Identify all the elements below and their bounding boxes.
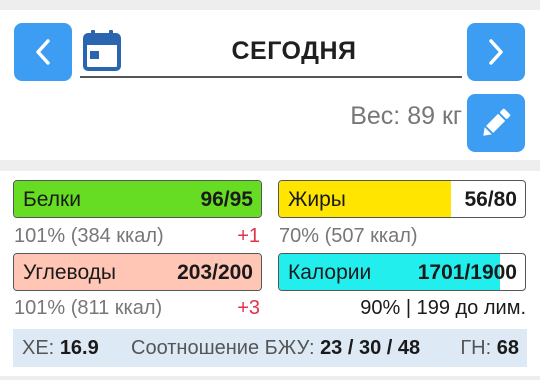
fat-indicator[interactable]: Жиры 56/80 — [278, 180, 526, 218]
bju-ratio-stat: Соотношение БЖУ: 23 / 30 / 48 — [131, 329, 420, 367]
gi-value: 68 — [496, 337, 519, 359]
protein-delta: +1 — [237, 225, 260, 247]
protein-value: 96/95 — [200, 188, 253, 211]
protein-percent: 101% (384 ккал) — [14, 225, 164, 247]
previous-day-button[interactable] — [14, 23, 72, 81]
calories-value: 1701/1900 — [417, 261, 517, 284]
bju-ratio-label: Соотношение БЖУ: — [131, 337, 315, 359]
gi-stat: ГН: 68 — [460, 329, 519, 367]
calendar-icon[interactable] — [83, 29, 121, 71]
chevron-left-icon — [36, 39, 50, 65]
fat-label: Жиры — [288, 188, 346, 211]
carbs-delta: +3 — [237, 297, 260, 319]
carbs-indicator[interactable]: Углеводы 203/200 — [13, 253, 262, 291]
xe-stat: ХЕ: 16.9 — [22, 329, 99, 367]
carbs-percent: 101% (811 ккал) — [14, 297, 163, 319]
bju-ratio-value: 23 / 30 / 48 — [320, 337, 421, 359]
weight-label: Вес: 89 кг — [350, 102, 462, 130]
calories-remaining: 90% | 199 до лим. — [360, 297, 526, 319]
calories-indicator[interactable]: Калории 1701/1900 — [278, 253, 526, 291]
protein-label: Белки — [23, 188, 81, 211]
carbs-value: 203/200 — [177, 261, 253, 284]
calories-label: Калории — [288, 261, 372, 284]
fat-percent: 70% (507 ккал) — [279, 225, 418, 247]
next-day-button[interactable] — [467, 23, 525, 81]
pencil-icon — [483, 108, 511, 136]
xe-label: ХЕ: — [22, 337, 55, 359]
fat-value: 56/80 — [464, 188, 517, 211]
chevron-right-icon — [489, 39, 503, 65]
stats-bar: ХЕ: 16.9 Соотношение БЖУ: 23 / 30 / 48 Г… — [13, 329, 527, 367]
carbs-label: Углеводы — [23, 261, 117, 284]
edit-weight-button[interactable] — [467, 94, 525, 152]
gi-label: ГН: — [460, 337, 492, 359]
date-underline — [80, 76, 462, 78]
date-title[interactable]: СЕГОДНЯ — [124, 28, 464, 74]
protein-indicator[interactable]: Белки 96/95 — [13, 180, 262, 218]
xe-value: 16.9 — [59, 337, 99, 359]
